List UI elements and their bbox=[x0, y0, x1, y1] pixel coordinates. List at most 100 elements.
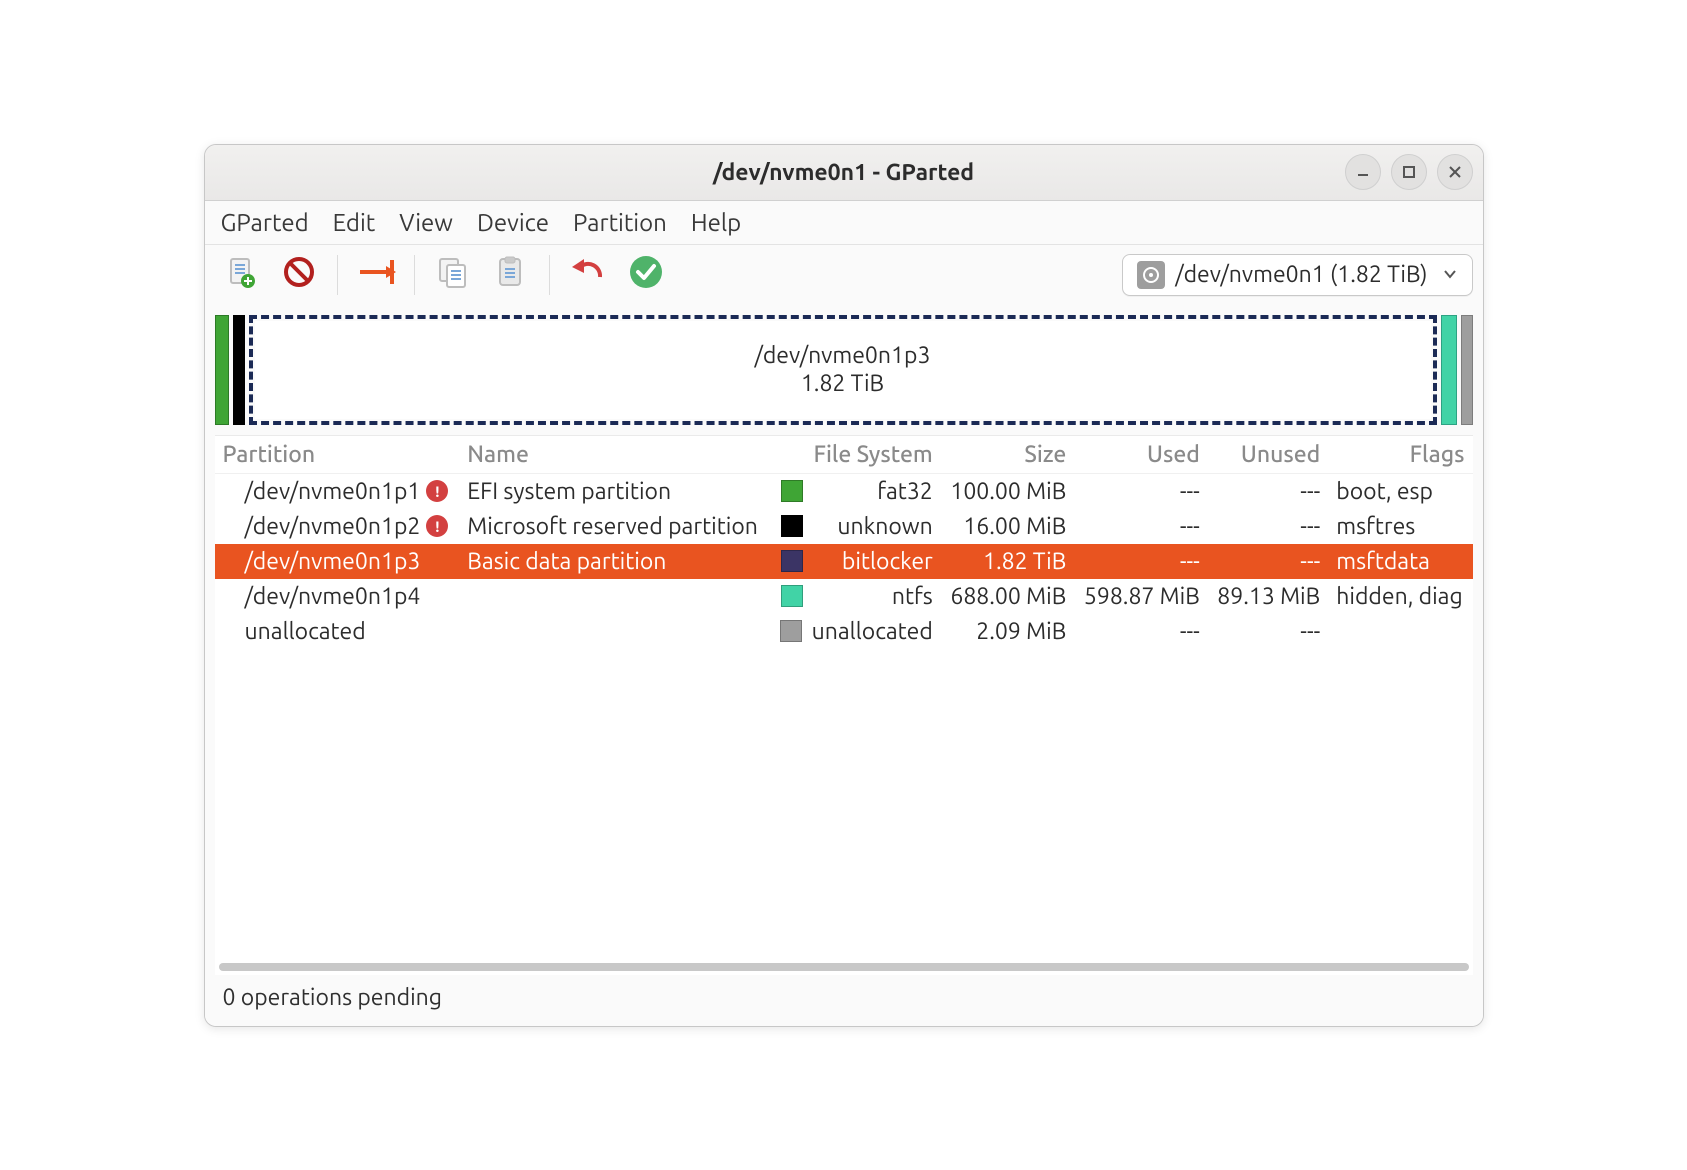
fs-swatch-icon bbox=[781, 550, 803, 572]
map-seg-p2[interactable] bbox=[233, 315, 245, 425]
cell-partition: /dev/nvme0n1p4 bbox=[245, 584, 421, 609]
fs-swatch-icon bbox=[781, 515, 803, 537]
horizontal-scrollbar[interactable] bbox=[219, 963, 1469, 971]
cell-filesystem: fat32 bbox=[813, 479, 933, 504]
menu-help[interactable]: Help bbox=[691, 209, 741, 236]
table-row[interactable]: /dev/nvme0n1p4 ntfs 688.00 MiB598.87 MiB89… bbox=[215, 579, 1473, 614]
menu-device[interactable]: Device bbox=[477, 209, 549, 236]
cell-size: 16.00 MiB bbox=[941, 509, 1075, 544]
cell-unused: --- bbox=[1208, 509, 1328, 544]
col-name[interactable]: Name bbox=[459, 436, 769, 474]
cell-unused: --- bbox=[1208, 614, 1328, 649]
paste-button[interactable] bbox=[485, 251, 537, 299]
cell-filesystem: ntfs bbox=[813, 584, 933, 609]
cell-filesystem: unallocated bbox=[812, 619, 933, 644]
cell-name: EFI system partition bbox=[459, 473, 769, 509]
map-seg-p3-selected[interactable]: /dev/nvme0n1p3 1.82 TiB bbox=[249, 315, 1437, 425]
map-seg-p4[interactable] bbox=[1441, 315, 1457, 425]
statusbar: 0 operations pending bbox=[205, 975, 1483, 1026]
fs-swatch-icon bbox=[781, 585, 803, 607]
new-partition-button[interactable] bbox=[215, 251, 267, 299]
cell-size: 100.00 MiB bbox=[941, 473, 1075, 509]
minimize-button[interactable] bbox=[1345, 154, 1381, 190]
delete-icon bbox=[283, 256, 315, 293]
cell-used: 598.87 MiB bbox=[1074, 579, 1208, 614]
menubar: GParted Edit View Device Partition Help bbox=[205, 201, 1483, 245]
window-title: /dev/nvme0n1 - GParted bbox=[205, 160, 1483, 185]
table-row[interactable]: /dev/nvme0n1p2! Microsoft reserved partit… bbox=[215, 509, 1473, 544]
fs-swatch-icon bbox=[780, 620, 802, 642]
menu-edit[interactable]: Edit bbox=[333, 209, 376, 236]
cell-unused: --- bbox=[1208, 544, 1328, 579]
cell-filesystem: bitlocker bbox=[813, 549, 933, 574]
toolbar: /dev/nvme0n1 (1.82 TiB) bbox=[205, 245, 1483, 305]
toolbar-separator bbox=[337, 255, 338, 295]
col-filesystem[interactable]: File System bbox=[770, 436, 941, 474]
table-row[interactable]: /dev/nvme0n1p3 Basic data partition bitloc… bbox=[215, 544, 1473, 579]
cell-flags: boot, esp bbox=[1328, 473, 1472, 509]
statusbar-text: 0 operations pending bbox=[223, 985, 443, 1010]
menu-gparted[interactable]: GParted bbox=[221, 209, 309, 236]
cell-flags: msftres bbox=[1328, 509, 1472, 544]
resize-move-button[interactable] bbox=[350, 251, 402, 299]
toolbar-separator bbox=[414, 255, 415, 295]
close-button[interactable] bbox=[1437, 154, 1473, 190]
delete-partition-button[interactable] bbox=[273, 251, 325, 299]
paste-icon bbox=[494, 255, 528, 294]
undo-icon bbox=[570, 257, 606, 292]
apply-button[interactable] bbox=[620, 251, 672, 299]
partition-map: /dev/nvme0n1p3 1.82 TiB bbox=[205, 305, 1483, 429]
table-row[interactable]: unallocatedunallocated2.09 MiB------ bbox=[215, 614, 1473, 649]
cell-name bbox=[459, 579, 769, 614]
cell-used: --- bbox=[1074, 473, 1208, 509]
chevron-down-icon bbox=[1442, 262, 1458, 287]
cell-size: 1.82 TiB bbox=[941, 544, 1075, 579]
map-seg-p1[interactable] bbox=[215, 315, 229, 425]
map-seg-unallocated[interactable] bbox=[1461, 315, 1473, 425]
cell-flags: hidden, diag bbox=[1328, 579, 1472, 614]
cell-unused: --- bbox=[1208, 473, 1328, 509]
col-used[interactable]: Used bbox=[1074, 436, 1208, 474]
partition-table: Partition Name File System Size Used Unu… bbox=[215, 435, 1473, 975]
cell-unused: 89.13 MiB bbox=[1208, 579, 1328, 614]
maximize-button[interactable] bbox=[1391, 154, 1427, 190]
toolbar-separator bbox=[549, 255, 550, 295]
cell-partition: unallocated bbox=[245, 619, 366, 644]
col-flags[interactable]: Flags bbox=[1328, 436, 1472, 474]
titlebar: /dev/nvme0n1 - GParted bbox=[205, 145, 1483, 201]
apply-icon bbox=[629, 255, 663, 294]
copy-icon bbox=[436, 255, 470, 294]
cell-filesystem: unknown bbox=[813, 514, 933, 539]
warning-icon: ! bbox=[426, 480, 448, 502]
resize-icon bbox=[356, 256, 396, 293]
map-selected-line1: /dev/nvme0n1p3 bbox=[755, 342, 931, 370]
cell-used: --- bbox=[1074, 509, 1208, 544]
map-selected-line2: 1.82 TiB bbox=[801, 370, 884, 398]
cell-name: Basic data partition bbox=[459, 544, 769, 579]
device-selector-label: /dev/nvme0n1 (1.82 TiB) bbox=[1175, 262, 1427, 287]
cell-name bbox=[459, 614, 769, 649]
undo-button[interactable] bbox=[562, 251, 614, 299]
cell-partition: /dev/nvme0n1p3 bbox=[245, 549, 421, 574]
gparted-window: /dev/nvme0n1 - GParted GParted Edit View… bbox=[204, 144, 1484, 1027]
cell-name: Microsoft reserved partition bbox=[459, 509, 769, 544]
menu-partition[interactable]: Partition bbox=[573, 209, 667, 236]
cell-partition: /dev/nvme0n1p2 bbox=[245, 514, 421, 539]
cell-size: 2.09 MiB bbox=[941, 614, 1075, 649]
device-selector[interactable]: /dev/nvme0n1 (1.82 TiB) bbox=[1122, 254, 1472, 296]
cell-flags bbox=[1328, 614, 1472, 649]
warning-icon: ! bbox=[426, 515, 448, 537]
cell-used: --- bbox=[1074, 544, 1208, 579]
col-unused[interactable]: Unused bbox=[1208, 436, 1328, 474]
cell-partition: /dev/nvme0n1p1 bbox=[245, 479, 421, 504]
menu-view[interactable]: View bbox=[399, 209, 453, 236]
col-size[interactable]: Size bbox=[941, 436, 1075, 474]
cell-size: 688.00 MiB bbox=[941, 579, 1075, 614]
fs-swatch-icon bbox=[781, 480, 803, 502]
col-partition[interactable]: Partition bbox=[215, 436, 460, 474]
table-row[interactable]: /dev/nvme0n1p1! EFI system partition fat32… bbox=[215, 473, 1473, 509]
cell-flags: msftdata bbox=[1328, 544, 1472, 579]
harddisk-icon bbox=[1137, 261, 1165, 289]
document-new-icon bbox=[225, 256, 257, 293]
copy-button[interactable] bbox=[427, 251, 479, 299]
